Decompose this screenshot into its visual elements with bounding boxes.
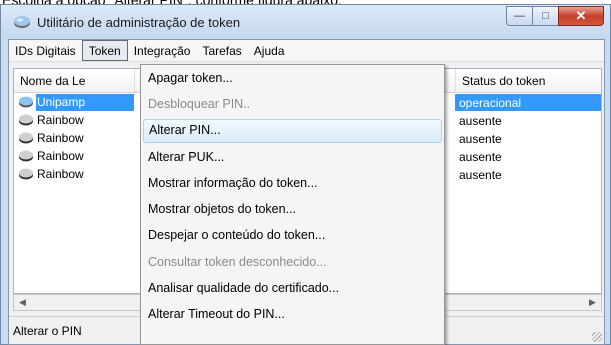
title-bar[interactable]: Utilitário de administração de token — □…	[1, 5, 610, 39]
window-title: Utilitário de administração de token	[37, 15, 241, 30]
menu-tarefas[interactable]: Tarefas	[196, 40, 247, 61]
menu-item-despejar-conteudo[interactable]: Despejar o conteúdo do token...	[141, 224, 444, 248]
menu-item-alterar-pin[interactable]: Alterar PIN...	[143, 119, 442, 143]
row-name: Rainbow	[37, 149, 84, 163]
row-name-cell: Rainbow	[18, 149, 84, 163]
menu-item-alterar-puk[interactable]: Alterar PUK...	[141, 146, 444, 170]
row-name-cell: Unipamp	[18, 95, 85, 109]
menu-item-consultar-token[interactable]: Consultar token desconhecido...	[141, 251, 444, 275]
minimize-button[interactable]: —	[506, 6, 533, 26]
menu-item-desbloquear-pin[interactable]: Desbloquear PIN..	[141, 93, 444, 117]
window-controls: — □ ✕	[506, 6, 604, 28]
row-name: Rainbow	[37, 113, 84, 127]
row-name: Rainbow	[37, 131, 84, 145]
column-header-status[interactable]: Status do token	[455, 69, 601, 93]
row-status: operacional	[459, 96, 522, 110]
token-app-icon	[14, 16, 30, 28]
row-name-cell: Rainbow	[18, 167, 84, 181]
row-status: ausente	[459, 168, 502, 182]
token-icon	[19, 96, 33, 108]
menu-token[interactable]: Token	[81, 40, 128, 61]
menu-item-mostrar-informacao[interactable]: Mostrar informação do token...	[141, 172, 444, 196]
row-status: ausente	[459, 150, 502, 164]
scroll-right-icon[interactable]: ▶	[584, 295, 601, 310]
menu-ajuda[interactable]: Ajuda	[248, 40, 291, 61]
menu-item-apagar-token[interactable]: Apagar token...	[141, 67, 444, 91]
token-menu-dropdown: Apagar token... Desbloquear PIN.. Altera…	[140, 64, 445, 345]
menu-item-analisar-qualidade[interactable]: Analisar qualidade do certificado...	[141, 277, 444, 301]
maximize-button[interactable]: □	[532, 6, 559, 26]
token-icon	[19, 150, 33, 162]
menu-integracao[interactable]: Integração	[128, 40, 197, 61]
token-icon	[19, 168, 33, 180]
menu-ids-digitais[interactable]: IDs Digitais	[9, 40, 82, 61]
row-status: ausente	[459, 132, 502, 146]
row-name: Unipamp	[37, 95, 86, 109]
token-icon	[19, 132, 33, 144]
menu-bar: IDs Digitais Token Integração Tarefas Aj…	[9, 40, 604, 62]
row-name-cell: Rainbow	[18, 131, 84, 145]
resize-grip-icon[interactable]	[592, 332, 602, 342]
menu-item-mostrar-objetos[interactable]: Mostrar objetos do token...	[141, 198, 444, 222]
column-header-name[interactable]: Nome da Le	[14, 69, 134, 93]
close-button[interactable]: ✕	[558, 6, 604, 26]
row-status: ausente	[459, 114, 502, 128]
token-icon	[19, 114, 33, 126]
status-text: Alterar o PIN	[13, 324, 82, 338]
menu-item-alterar-timeout[interactable]: Alterar Timeout do PIN...	[141, 303, 444, 327]
row-name: Rainbow	[37, 167, 84, 181]
scroll-left-icon[interactable]: ◀	[14, 295, 31, 310]
row-name-cell: Rainbow	[18, 113, 84, 127]
